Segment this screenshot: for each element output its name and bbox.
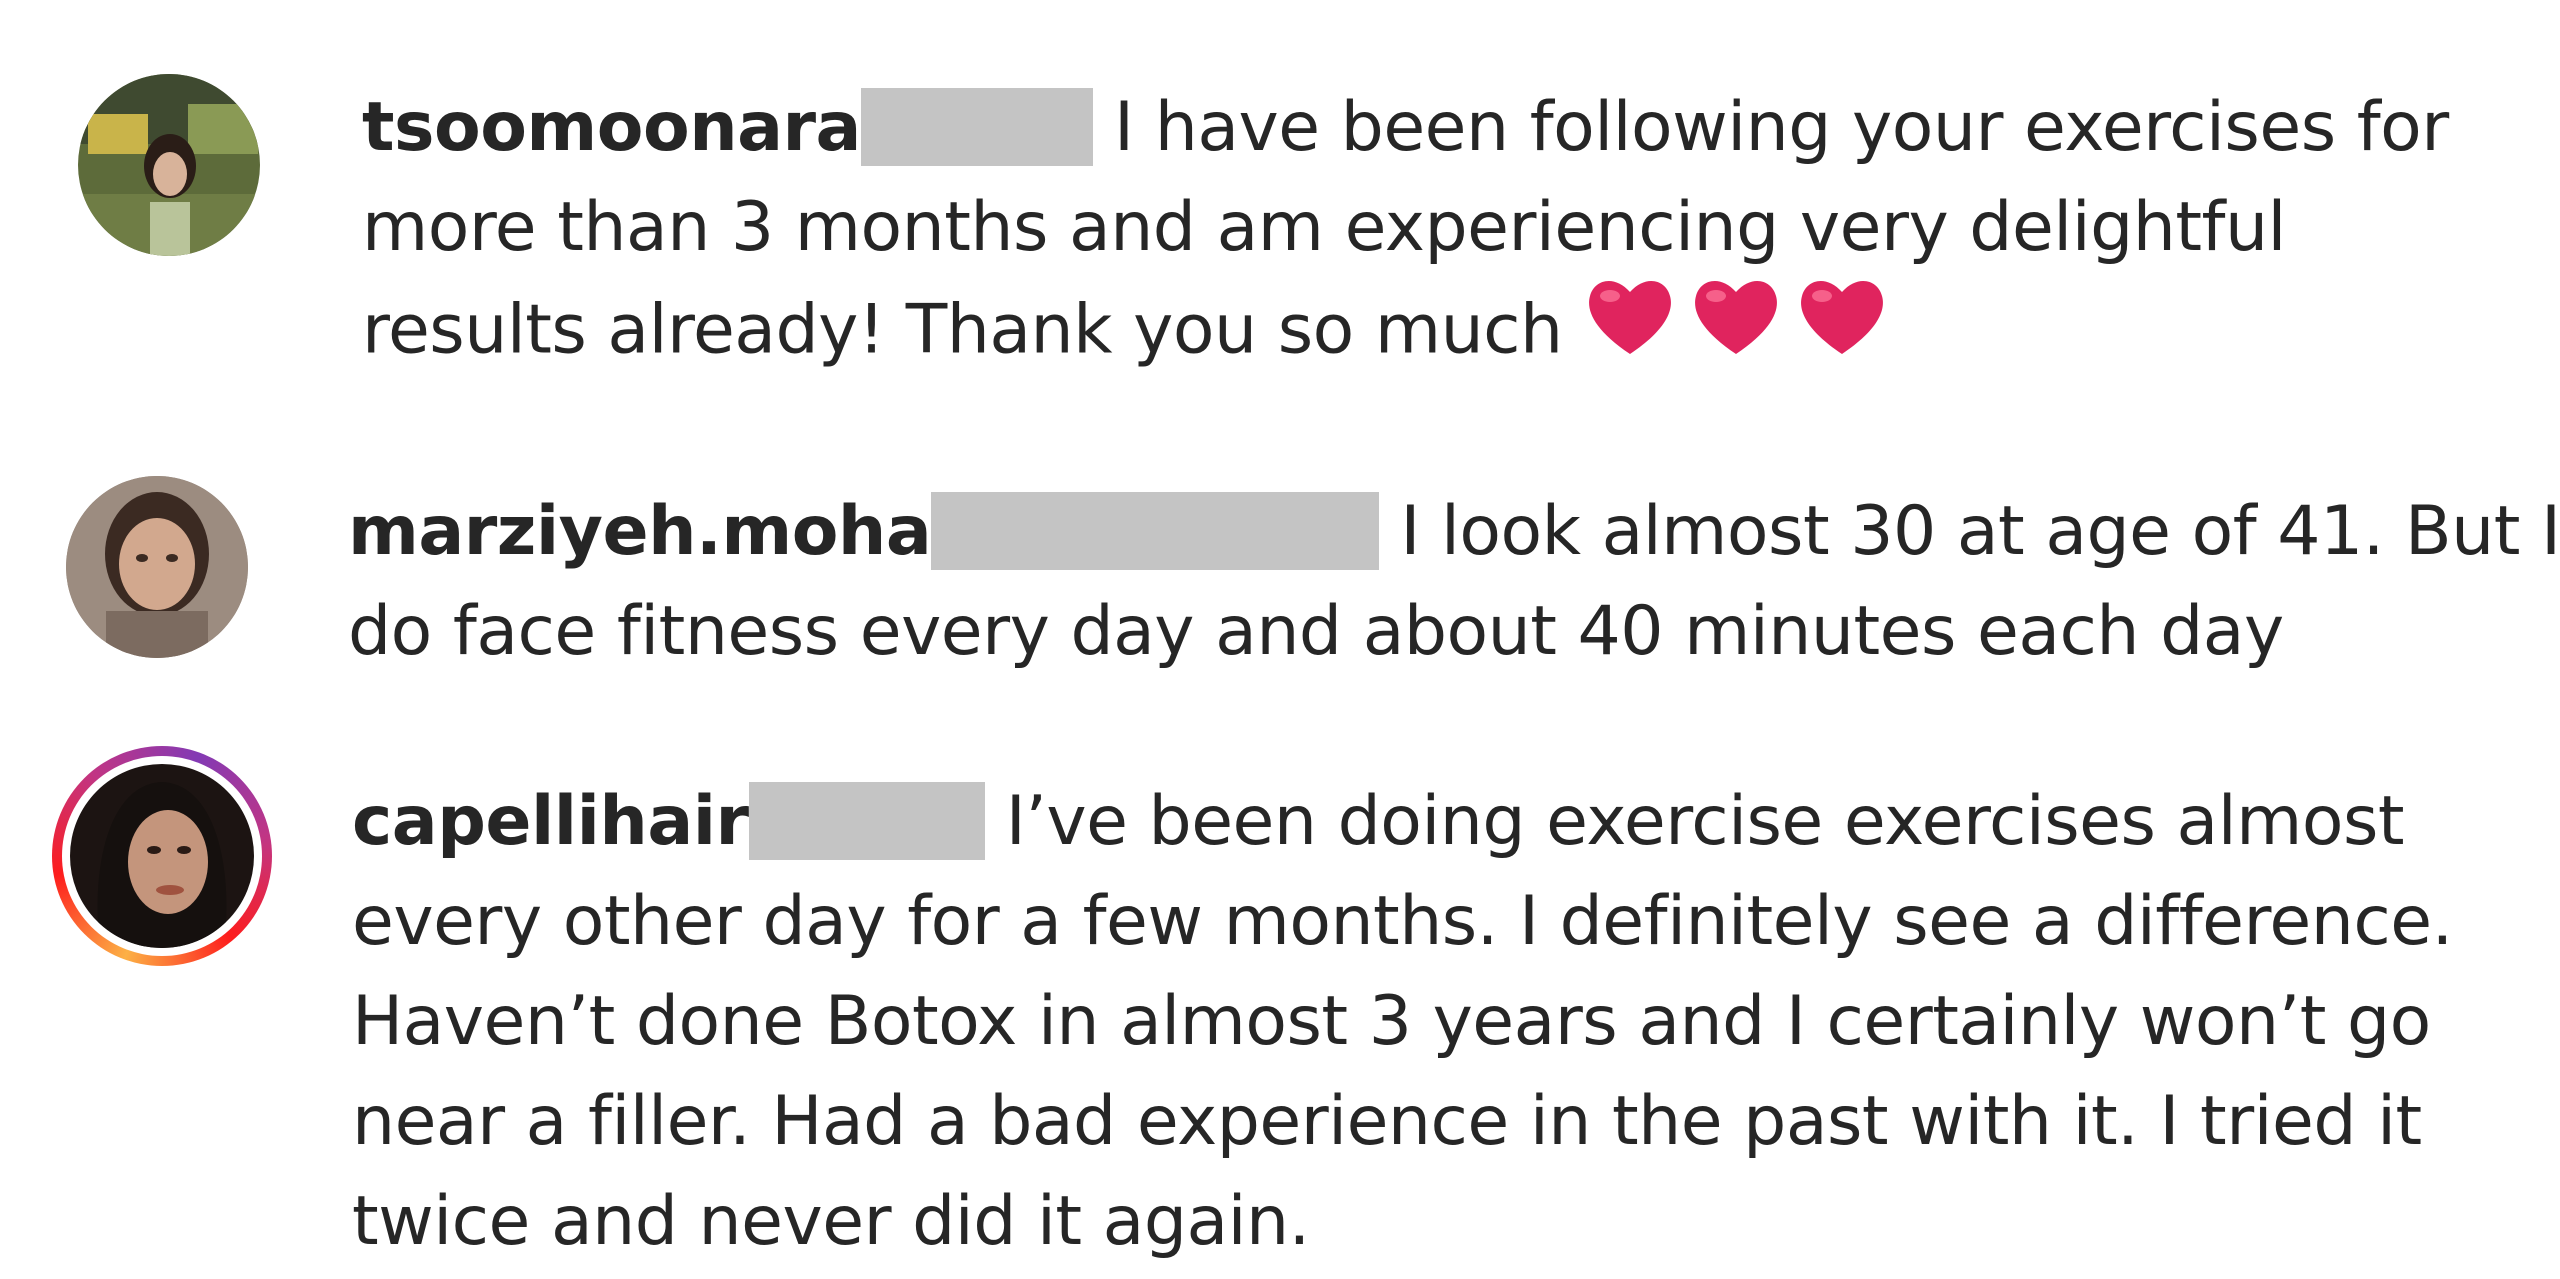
redacted-block [931,492,1380,571]
redacted-block [860,88,1093,167]
comment-text-line: I look almost 30 at age of 41. But I [1400,492,2560,571]
comment-text-line: I have been following your exercises for [1114,88,2449,167]
emoji-group [1584,274,1902,386]
comment-text-line: more than 3 months and am experiencing v… [362,188,2286,267]
username[interactable]: capellihair [352,782,749,861]
username[interactable]: tsoomoonara [362,88,861,167]
comment-text-line: Haven’t done Botox in almost 3 years and… [352,982,2431,1061]
comment-text-line: every other day for a few months. I defi… [352,882,2453,961]
avatar[interactable] [70,764,254,948]
avatar[interactable] [78,74,260,256]
comment-text-line: results already! Thank you so much [362,290,1563,370]
comments-list: tsoomoonara I have been following your e… [0,0,2560,1279]
comment-text-line: near a filler. Had a bad experience in t… [352,1082,2422,1161]
avatar[interactable] [66,476,248,658]
heart-icon [1584,274,1676,358]
comment-text-line: do face fitness every day and about 40 m… [348,592,2284,671]
comment-text-line: I’ve been doing exercise exercises almos… [1005,782,2405,861]
username[interactable]: marziyeh.moha [348,492,932,571]
redacted-block [748,782,985,861]
heart-icon [1690,274,1782,358]
heart-icon [1796,274,1888,358]
comment-text-line: twice and never did it again. [352,1182,1310,1261]
